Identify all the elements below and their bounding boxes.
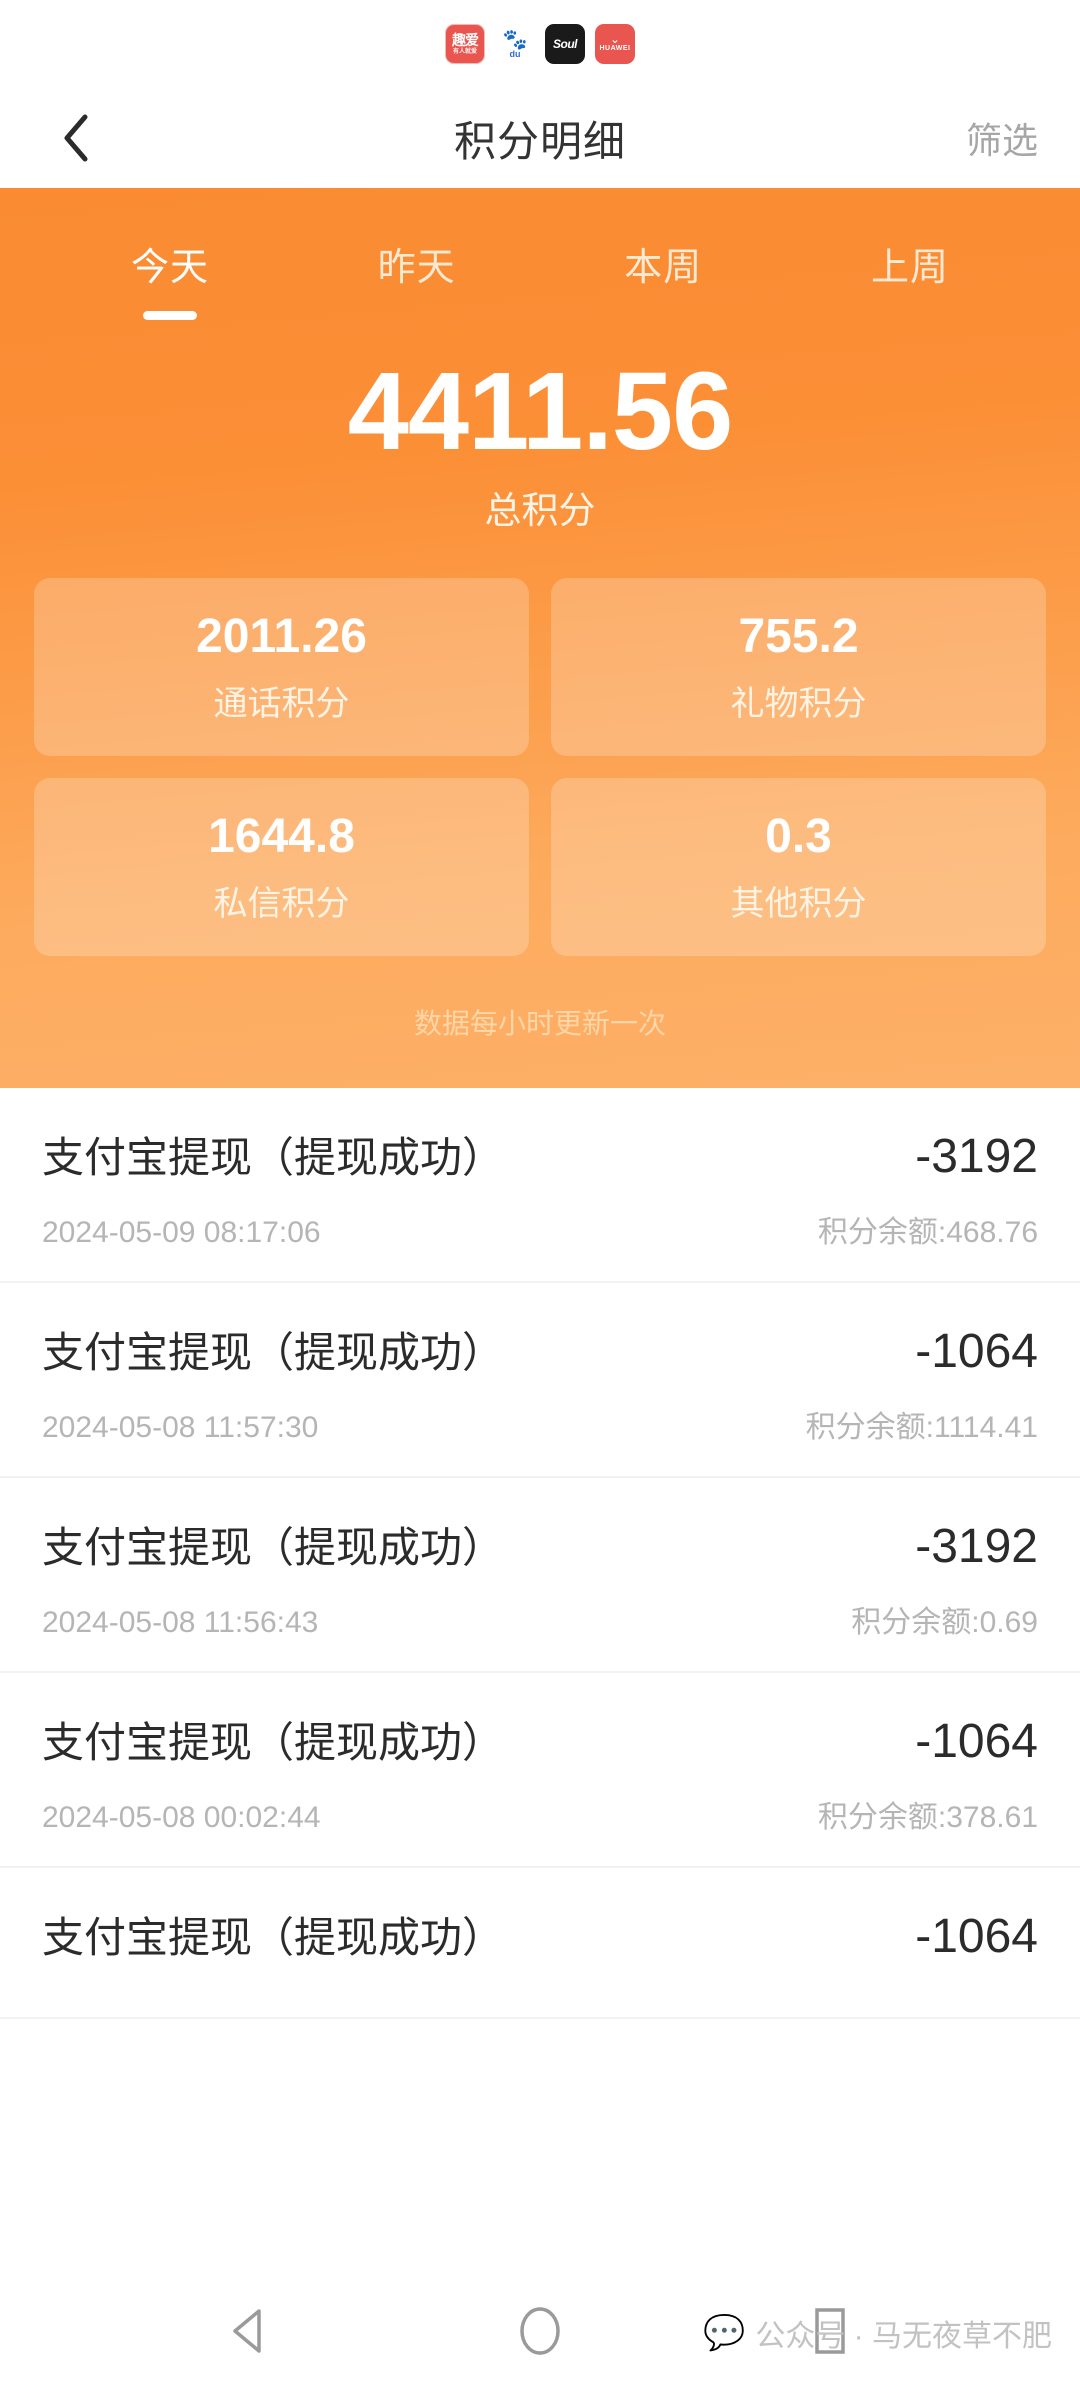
- card-gift-points-value: 755.2: [738, 609, 859, 663]
- watermark-text: 公众号 · 马无夜草不肥: [755, 2320, 1052, 2353]
- baidu-app-icon[interactable]: 🐾 du: [495, 24, 535, 64]
- transaction-title: 支付宝提现（提现成功）: [42, 1718, 505, 1766]
- tab-yesterday[interactable]: 昨天: [357, 236, 477, 320]
- navbar: 积分明细 筛选: [0, 88, 1080, 188]
- transaction-row-meta: 2024-05-08 00:02:44 积分余额:378.61: [42, 1792, 1038, 1836]
- quai-app-icon[interactable]: 趣爱 有人就爱: [445, 24, 485, 64]
- transaction-amount: -1064: [915, 1714, 1038, 1768]
- transaction-row-main: 支付宝提现（提现成功） -1064: [42, 1709, 1038, 1770]
- transaction-balance: 积分余额:378.61: [817, 1800, 1038, 1834]
- chevron-left-icon: [61, 113, 91, 163]
- tab-last-week-label: 上周: [870, 247, 949, 289]
- system-navigation-bar: 💬 公众号 · 马无夜草不肥: [0, 2278, 1080, 2388]
- soul-app-icon[interactable]: Soul: [545, 24, 585, 64]
- transaction-time: 2024-05-08 11:57:30: [42, 1410, 319, 1444]
- tab-last-week[interactable]: 上周: [850, 236, 970, 320]
- period-tabs: 今天 昨天 本周 上周: [0, 188, 1080, 320]
- transaction-time: 2024-05-09 08:17:06: [42, 1215, 321, 1249]
- baidu-app-icon-label: du: [509, 48, 521, 59]
- transaction-time: 2024-05-08 00:02:44: [42, 1800, 321, 1834]
- card-message-points-value: 1644.8: [208, 809, 355, 863]
- page-title: 积分明细: [453, 117, 626, 165]
- transaction-row-main: 支付宝提现（提现成功） -1064: [42, 1904, 1038, 1965]
- card-call-points-label: 通话积分: [213, 684, 350, 723]
- tab-this-week-label: 本周: [624, 247, 703, 289]
- soul-app-icon-label: Soul: [553, 37, 578, 51]
- total-points-value: 4411.56: [347, 350, 734, 473]
- transaction-row-main: 支付宝提现（提现成功） -3192: [42, 1514, 1038, 1575]
- transaction-title: 支付宝提现（提现成功）: [42, 1328, 505, 1376]
- tab-today[interactable]: 今天: [110, 236, 230, 320]
- quai-app-icon-sub: 有人就爱: [452, 49, 477, 55]
- transaction-title: 支付宝提现（提现成功）: [42, 1133, 505, 1181]
- app-icon-strip: 趣爱 有人就爱 🐾 du Soul ⌄ HUAWEI: [0, 0, 1080, 88]
- tab-yesterday-underline: [390, 311, 444, 320]
- points-breakdown-cards: 2011.26 通话积分 755.2 礼物积分 1644.8 私信积分 0.3 …: [0, 534, 1080, 956]
- transaction-list[interactable]: 支付宝提现（提现成功） -3192 2024-05-09 08:17:06 积分…: [0, 1087, 1080, 2278]
- transaction-amount: -3192: [915, 1519, 1038, 1573]
- transaction-title: 支付宝提现（提现成功）: [42, 1913, 505, 1961]
- transaction-amount: -3192: [915, 1129, 1038, 1183]
- total-points-block: 4411.56 总积分: [0, 354, 1080, 534]
- card-call-points[interactable]: 2011.26 通话积分: [34, 577, 529, 756]
- huawei-arc-icon: ⌄: [610, 34, 620, 47]
- tab-today-label: 今天: [130, 247, 209, 289]
- huawei-app-icon-label: HUAWEI: [599, 44, 631, 52]
- card-message-points[interactable]: 1644.8 私信积分: [34, 777, 529, 956]
- transaction-amount: -1064: [915, 1909, 1038, 1963]
- wechat-icon: 💬: [702, 2314, 746, 2352]
- back-button[interactable]: [50, 112, 102, 164]
- triangle-back-icon: [228, 2307, 272, 2360]
- card-other-points-value: 0.3: [765, 809, 832, 863]
- huawei-app-icon[interactable]: ⌄ HUAWEI: [595, 24, 635, 64]
- transaction-row-meta: 2024-05-09 08:17:06 积分余额:468.76: [42, 1207, 1038, 1251]
- transaction-balance: 积分余额:0.69: [851, 1605, 1038, 1639]
- tab-today-underline: [143, 311, 197, 320]
- transaction-balance: 积分余额:1114.41: [805, 1410, 1038, 1444]
- transaction-row-main: 支付宝提现（提现成功） -3192: [42, 1124, 1038, 1185]
- tab-this-week[interactable]: 本周: [603, 236, 723, 320]
- table-row[interactable]: 支付宝提现（提现成功） -1064 2024-05-08 11:57:30 积分…: [0, 1283, 1080, 1478]
- transaction-balance: 积分余额:468.76: [817, 1215, 1038, 1249]
- transaction-row-meta: 2024-05-08 11:56:43 积分余额:0.69: [42, 1597, 1038, 1641]
- card-gift-points[interactable]: 755.2 礼物积分: [551, 577, 1046, 756]
- card-message-points-label: 私信积分: [213, 884, 350, 923]
- tab-this-week-underline: [636, 311, 690, 320]
- system-home-button[interactable]: [510, 2303, 570, 2363]
- points-summary-hero: 今天 昨天 本周 上周 4411.56 总积分 2011.26 通话积分 755…: [0, 188, 1080, 1088]
- table-row[interactable]: 支付宝提现（提现成功） -3192 2024-05-08 11:56:43 积分…: [0, 1478, 1080, 1673]
- table-row[interactable]: 支付宝提现（提现成功） -1064 2024-05-08 00:02:44 积分…: [0, 1673, 1080, 1868]
- update-frequency-note: 数据每小时更新一次: [413, 1007, 666, 1039]
- system-back-button[interactable]: [220, 2303, 280, 2363]
- card-other-points-label: 其他积分: [730, 884, 867, 923]
- table-row[interactable]: 支付宝提现（提现成功） -1064: [0, 1868, 1080, 2019]
- tab-last-week-underline: [883, 311, 937, 320]
- total-points-label: 总积分: [484, 489, 596, 531]
- card-call-points-value: 2011.26: [196, 609, 367, 663]
- table-row[interactable]: 支付宝提现（提现成功） -3192 2024-05-09 08:17:06 积分…: [0, 1088, 1080, 1283]
- tab-yesterday-label: 昨天: [377, 247, 456, 289]
- transaction-time: 2024-05-08 11:56:43: [42, 1605, 319, 1639]
- filter-button[interactable]: 筛选: [966, 112, 1038, 164]
- card-gift-points-label: 礼物积分: [730, 684, 867, 723]
- transaction-title: 支付宝提现（提现成功）: [42, 1523, 505, 1571]
- quai-app-icon-label: 趣爱: [452, 32, 479, 48]
- circle-home-icon: [516, 2305, 564, 2362]
- transaction-amount: -1064: [915, 1324, 1038, 1378]
- transaction-row-meta: 2024-05-08 11:57:30 积分余额:1114.41: [42, 1402, 1038, 1446]
- points-detail-screen: 趣爱 有人就爱 🐾 du Soul ⌄ HUAWEI 积分明细 筛选 今天 昨天…: [0, 0, 1080, 2388]
- watermark: 💬 公众号 · 马无夜草不肥: [703, 2311, 1052, 2355]
- transaction-row-main: 支付宝提现（提现成功） -1064: [42, 1319, 1038, 1380]
- paw-icon: 🐾: [502, 28, 528, 51]
- card-other-points[interactable]: 0.3 其他积分: [551, 777, 1046, 956]
